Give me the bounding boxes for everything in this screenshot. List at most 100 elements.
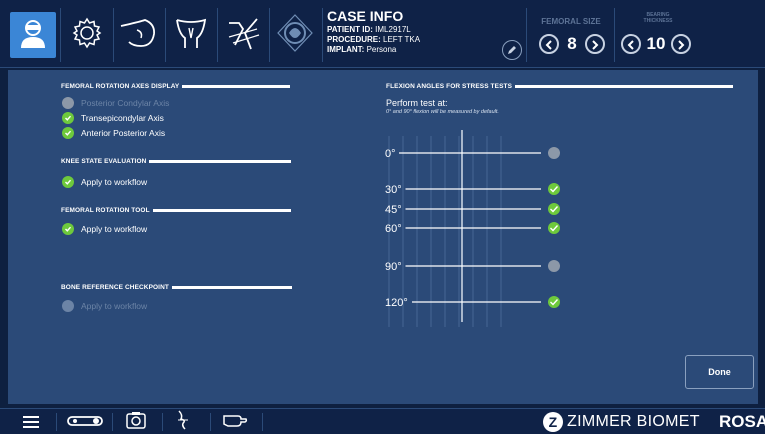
rotation-axis-option[interactable]: Posterior Condylar Axis (62, 97, 169, 109)
implant-value: Persona (366, 45, 397, 54)
perform-test-label: Perform test at: (386, 98, 448, 108)
flexion-angle-row[interactable]: 45° (385, 203, 560, 216)
alignment-tab[interactable] (218, 10, 268, 60)
procedure-value: LEFT TKA (383, 35, 421, 44)
toolbar-divider (322, 8, 323, 62)
settings-tab[interactable] (62, 10, 112, 60)
toolbar-divider (112, 413, 113, 431)
femur-tab[interactable] (166, 10, 216, 60)
bone-reference-header: BONE REFERENCE CHECKPOINT (61, 284, 292, 291)
flexion-angle-row[interactable]: 0° (385, 147, 560, 160)
implant-view-tab[interactable] (270, 10, 320, 60)
bearing-thickness-value: 10 (646, 34, 666, 53)
femoral-size-label: FEMORAL SIZE (541, 17, 601, 26)
default-flexion-note: 0° and 90° flexion will be measured by d… (386, 109, 499, 115)
flexion-angle-label: 0° (385, 148, 396, 160)
toolbar-divider (162, 413, 163, 431)
bone-reference-apply-toggle[interactable]: Apply to workflow (62, 300, 147, 312)
flexion-angle-label: 60° (385, 223, 402, 235)
bearing-thickness-decrease-button[interactable] (621, 34, 641, 54)
unchecked-icon (548, 147, 560, 159)
bottom-toolbar: Z ZIMMER BIOMET ROSA (0, 408, 765, 434)
checkmark-icon (62, 223, 74, 235)
brand-name: ZIMMER BIOMET (567, 413, 700, 430)
femoral-size-decrease-button[interactable] (539, 34, 559, 54)
flexion-angle-row[interactable]: 120° (385, 296, 560, 309)
done-button[interactable]: Done (685, 355, 754, 389)
rotation-axes-header: FEMORAL ROTATION AXES DISPLAY (61, 83, 291, 90)
rotation-axis-option[interactable]: Transepicondylar Axis (62, 112, 164, 124)
chevron-left-icon (545, 35, 553, 54)
knee-state-header: KNEE STATE EVALUATION (61, 158, 292, 165)
knee-state-apply-toggle[interactable]: Apply to workflow (62, 176, 147, 188)
leg-icon (176, 410, 190, 434)
brand-logo: Z ZIMMER BIOMET (543, 412, 700, 432)
bearing-thickness-increase-button[interactable] (671, 34, 691, 54)
bearing-thickness-stepper: 10 (621, 34, 691, 54)
flexion-angle-label: 45° (385, 204, 402, 216)
menu-button[interactable] (16, 412, 46, 432)
flexion-angle-label: 120° (385, 297, 408, 309)
flexion-angle-row[interactable]: 90° (385, 260, 560, 273)
checkmark-icon (548, 183, 560, 195)
procedure-row: PROCEDURE: LEFT TKA (327, 35, 421, 44)
patient-id-value: IML2917L (375, 25, 411, 34)
implant-axial-icon (276, 13, 314, 57)
bearing-thickness-label: BEARING THICKNESS (643, 12, 673, 24)
toolbar-divider (60, 8, 61, 62)
chevron-left-icon (627, 35, 635, 54)
flexion-angle-selector: 0° 30° 45° 60° 90° 120° (383, 122, 583, 332)
femoral-rotation-tool-apply-toggle[interactable]: Apply to workflow (62, 223, 147, 235)
tracker-array-icon (65, 413, 105, 432)
patient-id-row: PATIENT ID: IML2917L (327, 25, 411, 34)
toolbar-divider (526, 8, 527, 62)
flexion-angle-label: 30° (385, 184, 402, 196)
femoral-size-stepper: 8 (539, 34, 605, 54)
femoral-rotation-tool-header: FEMORAL ROTATION TOOL (61, 207, 291, 214)
camera-icon (126, 411, 146, 433)
top-toolbar: CASE INFO PATIENT ID: IML2917L PROCEDURE… (0, 0, 765, 68)
checkmark-icon (62, 127, 74, 139)
knee-side-icon (119, 16, 159, 54)
checkmark-icon (548, 203, 560, 215)
tracker-button[interactable] (62, 412, 108, 432)
edit-case-button[interactable] (502, 40, 522, 60)
flexion-angle-row[interactable]: 30° (385, 183, 560, 196)
toolbar-divider (262, 413, 263, 431)
leg-alignment-button[interactable] (170, 410, 196, 434)
checkmark-icon (62, 112, 74, 124)
zimmer-biomet-logo-icon: Z (543, 412, 563, 432)
unchecked-icon (62, 97, 74, 109)
knee-anatomy-tab[interactable] (114, 10, 164, 60)
toolbar-divider (56, 413, 57, 431)
camera-button[interactable] (122, 412, 150, 432)
flexion-angles-header: FLEXION ANGLES FOR STRESS TESTS (386, 83, 734, 90)
pencil-icon (506, 41, 518, 60)
checkmark-icon (548, 296, 560, 308)
chevron-right-icon (677, 35, 685, 54)
leg-alignment-icon (225, 15, 261, 55)
flexion-angle-label: 90° (385, 261, 402, 273)
probe-button[interactable] (220, 412, 250, 432)
femoral-size-value: 8 (567, 34, 577, 53)
femoral-size-increase-button[interactable] (585, 34, 605, 54)
product-name: ROSA (719, 412, 765, 431)
pointer-hand-icon (222, 412, 248, 432)
femur-icon (173, 16, 209, 54)
implant-row: IMPLANT: Persona (327, 45, 397, 54)
case-info-title: CASE INFO (327, 8, 404, 24)
chevron-right-icon (591, 35, 599, 54)
flexion-angle-row[interactable]: 60° (385, 222, 560, 235)
toolbar-divider (210, 413, 211, 431)
surgeon-profile-button[interactable] (10, 12, 56, 58)
hamburger-icon (23, 413, 39, 432)
checkmark-icon (62, 176, 74, 188)
unchecked-icon (548, 260, 560, 272)
rotation-axis-option[interactable]: Anterior Posterior Axis (62, 127, 165, 139)
surgeon-icon (18, 17, 48, 53)
checkmark-icon (548, 222, 560, 234)
unchecked-icon (62, 300, 74, 312)
case-info: CASE INFO PATIENT ID: IML2917L PROCEDURE… (327, 8, 420, 55)
toolbar-divider (614, 8, 615, 62)
gear-icon (70, 16, 104, 54)
